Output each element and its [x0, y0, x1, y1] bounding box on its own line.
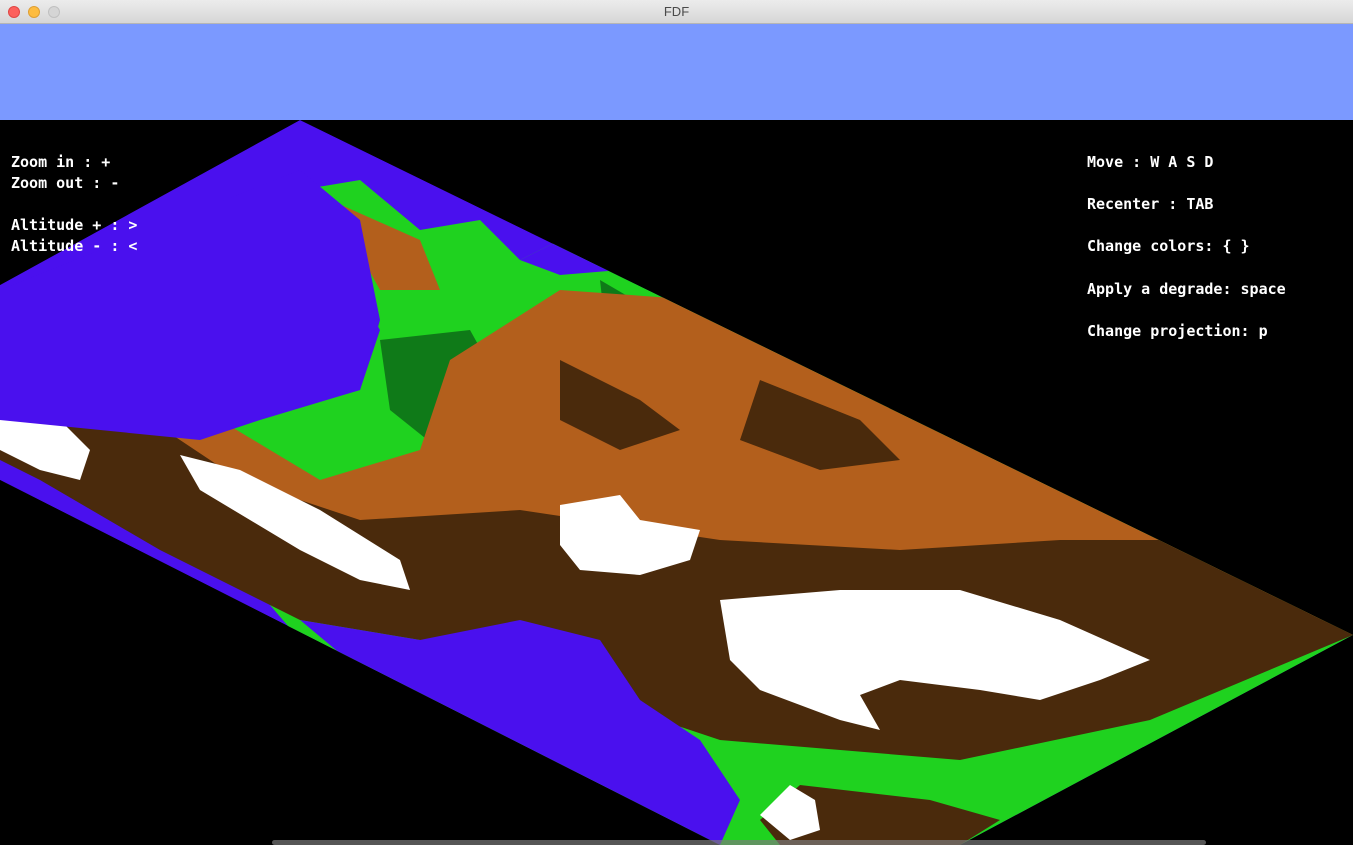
horizontal-scrollbar[interactable] [272, 840, 1206, 845]
hud-recenter: Recenter : TAB [1087, 195, 1214, 213]
hud-change-colors: Change colors: { } [1087, 237, 1250, 255]
hud-move: Move : W A S D [1087, 153, 1214, 171]
window-title: FDF [663, 4, 690, 19]
fdf-window: FDF Zoom in: + Zoom out: - Altitude + … [0, 0, 1353, 845]
top-color-band [0, 24, 1353, 120]
hud-projection: Change projection: p [1087, 322, 1268, 340]
hud-altitude-down: Altitude - : < [11, 237, 138, 255]
title-bar[interactable]: FDF [0, 0, 1353, 24]
hud-zoom-out: Zoom out : - [11, 174, 120, 192]
hud-altitude-up: Altitude + : > [11, 216, 138, 234]
hud-degrade: Apply a degrade: space [1087, 280, 1286, 298]
map-viewport[interactable] [0, 120, 1353, 845]
hud-zoom-in: Zoom in : + [11, 153, 111, 171]
